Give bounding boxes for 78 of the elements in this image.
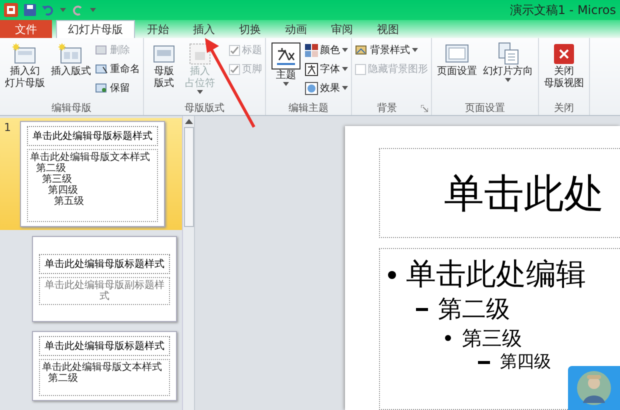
ribbon-button[interactable]: 保留 xyxy=(110,81,130,95)
body-text: 第二级 xyxy=(438,294,510,325)
bullet-icon xyxy=(388,270,396,278)
ribbon-tab[interactable]: 动画 xyxy=(273,20,319,38)
file-tab[interactable]: 文件 xyxy=(0,20,52,38)
check-icon xyxy=(230,64,239,74)
font-icon xyxy=(305,62,318,76)
slide-thumbnail[interactable]: 单击此处编辑母版标题样式 单击此处编辑母版副标题样式 xyxy=(32,236,177,322)
group-label: 背景 xyxy=(376,102,398,115)
delete-icon xyxy=(95,44,108,56)
ribbon-button[interactable]: 重命名 xyxy=(110,62,140,76)
thumbnail-title: 单击此处编辑母版标题样式 xyxy=(39,336,170,356)
launcher-icon[interactable] xyxy=(421,104,428,112)
placeholder-icon xyxy=(187,42,213,66)
ribbon-button[interactable]: 页面设置 xyxy=(437,66,477,78)
thumbnail-text: 单击此处编辑母版文本样式 xyxy=(30,152,151,163)
window-title: 演示文稿1 - Micros xyxy=(510,2,616,18)
thumbnail-text: 单击此处编辑母版副标题样式 xyxy=(44,280,166,302)
slide-thumbnail[interactable]: 单击此处编辑母版标题样式 单击此处编辑母版文本样式 第二级 第三级 第四级 第五级 xyxy=(20,121,165,227)
thumbnail-text: 第二级 xyxy=(47,373,79,384)
body-text: 单击此处编辑 xyxy=(406,256,586,294)
slide-number: 1 xyxy=(4,121,12,136)
scroll-up-icon[interactable] xyxy=(184,119,192,124)
layout-icon xyxy=(58,42,84,66)
dash-icon xyxy=(478,360,490,364)
ribbon-button[interactable]: 插入幻 灯片母版 xyxy=(5,66,45,90)
ribbon-tab[interactable]: 插入 xyxy=(181,20,227,38)
group-label: 编辑母版 xyxy=(50,102,92,115)
bullet-icon xyxy=(444,334,452,342)
thumbnail-text: 第五级 xyxy=(53,196,85,207)
chat-bubble[interactable] xyxy=(568,366,620,410)
group-label: 母版版式 xyxy=(184,102,226,115)
slide-title: 单击此处 xyxy=(444,170,604,218)
ribbon-button[interactable]: 关闭 母版视图 xyxy=(544,66,584,90)
checkbox-label: 页脚 xyxy=(242,62,262,76)
group-label: 关闭 xyxy=(553,102,575,115)
caret-icon xyxy=(60,8,66,12)
ribbon-button[interactable]: 主题 xyxy=(276,70,296,82)
theme-icon xyxy=(271,42,301,70)
caret-icon xyxy=(90,8,96,12)
ribbon-button[interactable]: 字体 xyxy=(320,62,340,76)
scroll-thumb[interactable] xyxy=(184,127,194,227)
ribbon-button[interactable]: 母版 版式 xyxy=(154,66,174,90)
thumbnail-title: 单击此处编辑母版标题样式 xyxy=(39,254,170,274)
undo-icon[interactable] xyxy=(42,4,54,16)
thumbnail-title: 单击此处编辑母版标题样式 xyxy=(27,126,158,146)
app-icon[interactable] xyxy=(4,3,18,17)
ribbon-tab[interactable]: 幻灯片母版 xyxy=(56,20,135,38)
thumbnail-text: 单击此处编辑母版文本样式 xyxy=(42,362,163,373)
ribbon-tab[interactable]: 切换 xyxy=(227,20,273,38)
body-text: 第四级 xyxy=(500,351,551,374)
checkbox-label: 隐藏背景图形 xyxy=(368,62,428,76)
thumbnail-text: 第四级 xyxy=(47,185,79,196)
ribbon-button[interactable]: 颜色 xyxy=(320,43,340,57)
thumbnail-text: 第三级 xyxy=(41,174,73,185)
dash-icon xyxy=(416,308,428,312)
pin-icon xyxy=(95,82,108,94)
group-label: 页面设置 xyxy=(464,102,506,115)
close-icon xyxy=(551,42,577,66)
rename-icon xyxy=(95,63,108,75)
checkbox-label: 标题 xyxy=(242,44,262,57)
ribbon-button[interactable]: 背景样式 xyxy=(370,43,410,57)
body-text: 第三级 xyxy=(462,325,522,352)
palette-icon xyxy=(305,44,318,56)
slide-thumbnail[interactable]: 单击此处编辑母版标题样式 单击此处编辑母版文本样式 第二级 xyxy=(32,331,177,401)
ribbon-tab[interactable]: 开始 xyxy=(135,20,181,38)
check-icon xyxy=(230,46,239,54)
ribbon-button[interactable]: 幻灯片方向 xyxy=(483,66,533,78)
background-icon xyxy=(355,44,368,56)
thumbnail-text: 第二级 xyxy=(35,163,67,174)
ribbon-tab[interactable]: 审阅 xyxy=(319,20,365,38)
effects-icon xyxy=(305,82,318,94)
ribbon-tab[interactable]: 视图 xyxy=(365,20,411,38)
slide-icon xyxy=(12,42,38,66)
ribbon-button[interactable]: 插入版式 xyxy=(51,66,91,78)
group-label: 编辑主题 xyxy=(288,102,330,115)
ribbon-button[interactable]: 效果 xyxy=(320,81,340,95)
save-icon[interactable] xyxy=(24,4,36,16)
